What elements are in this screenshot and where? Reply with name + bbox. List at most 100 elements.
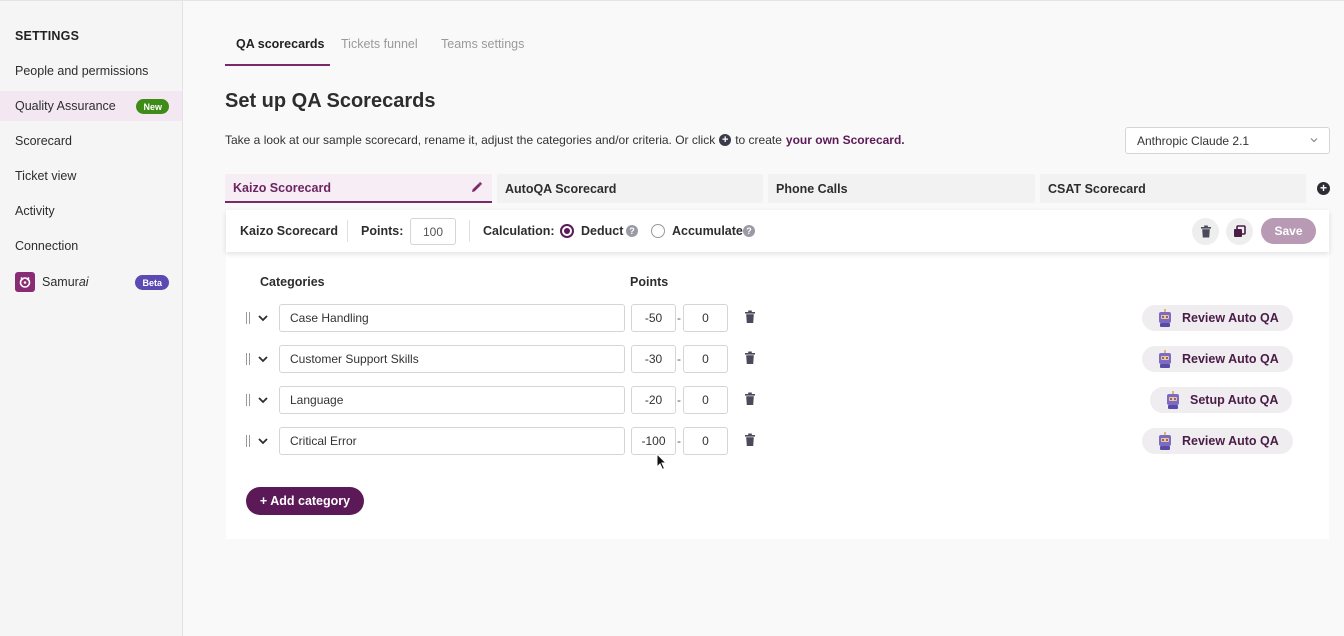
drag-handle-icon[interactable] (246, 353, 250, 365)
category-name-input[interactable]: Case Handling (279, 304, 625, 332)
chevron-down-icon[interactable] (256, 434, 270, 448)
max-points-input[interactable]: 0 (683, 427, 728, 455)
max-points-input[interactable]: 0 (683, 304, 728, 332)
categories-header: Categories (260, 275, 325, 289)
intro-text: Take a look at our sample scorecard, ren… (225, 133, 905, 147)
points-header: Points (630, 275, 669, 289)
range-dash: - (677, 352, 681, 366)
min-points-input[interactable]: -50 (631, 304, 676, 332)
sidebar-item-samurai[interactable]: Samurai Beta (0, 267, 182, 297)
chevron-down-icon[interactable] (256, 352, 270, 366)
sidebar-item-connection[interactable]: Connection (0, 231, 182, 261)
new-badge: New (136, 99, 169, 114)
category-row: Customer Support Skills -30 - 0 Review A… (226, 344, 1329, 374)
range-dash: - (677, 311, 681, 325)
category-name-input[interactable]: Customer Support Skills (279, 345, 625, 373)
robot-icon (1159, 350, 1171, 368)
category-name-input[interactable]: Critical Error (279, 427, 625, 455)
trash-icon[interactable] (744, 351, 756, 365)
scorecard-header: Kaizo Scorecard Points: 100 Calculation:… (226, 210, 1329, 252)
sidebar-item-ticket-view[interactable]: Ticket view (0, 161, 182, 191)
deduct-radio[interactable] (560, 224, 574, 238)
auto-qa-label: Review Auto QA (1182, 352, 1279, 366)
range-dash: - (677, 393, 681, 407)
sidebar-title: SETTINGS (15, 29, 80, 43)
scorecard-tab-label: Phone Calls (776, 181, 848, 196)
scorecard-tab-label: AutoQA Scorecard (505, 181, 617, 196)
mouse-cursor-icon (656, 453, 668, 471)
help-icon[interactable]: ? (626, 225, 638, 237)
tab-tickets-funnel[interactable]: Tickets funnel (341, 37, 418, 51)
duplicate-scorecard-button[interactable] (1226, 218, 1253, 245)
chevron-down-icon[interactable] (256, 393, 270, 407)
plus-circle-icon: + (719, 134, 732, 146)
setup-auto-qa-button[interactable]: Setup Auto QA (1150, 387, 1293, 413)
review-auto-qa-button[interactable]: Review Auto QA (1142, 428, 1293, 454)
max-points-input[interactable]: 0 (683, 345, 728, 373)
help-icon[interactable]: ? (743, 225, 755, 237)
tab-teams-settings[interactable]: Teams settings (441, 37, 524, 51)
scorecard-tab-label: CSAT Scorecard (1048, 181, 1146, 196)
drag-handle-icon[interactable] (246, 435, 250, 447)
pencil-icon[interactable] (470, 181, 483, 197)
delete-scorecard-button[interactable] (1192, 218, 1219, 245)
copy-icon (1234, 225, 1246, 237)
category-name-input[interactable]: Language (279, 386, 625, 414)
sidebar-item-label: Quality Assurance (15, 99, 116, 113)
model-select[interactable]: Anthropic Claude 2.1 (1125, 127, 1330, 154)
samurai-label-em: ai (78, 275, 89, 289)
intro-pre: Take a look at our sample scorecard, ren… (225, 133, 716, 147)
sidebar-item-quality-assurance[interactable]: Quality Assurance New (0, 91, 182, 121)
robot-icon (1159, 309, 1171, 327)
review-auto-qa-button[interactable]: Review Auto QA (1142, 305, 1293, 331)
beta-badge: Beta (135, 275, 169, 290)
calculation-label: Calculation: (483, 224, 555, 238)
trash-icon[interactable] (744, 392, 756, 406)
scorecard-tab-autoqa[interactable]: AutoQA Scorecard (497, 174, 763, 203)
points-label: Points: (361, 224, 404, 238)
accumulate-radio[interactable] (651, 224, 665, 238)
sidebar-item-label: Ticket view (15, 169, 77, 183)
chevron-down-icon[interactable] (256, 311, 270, 325)
auto-qa-label: Review Auto QA (1182, 311, 1279, 325)
sidebar-item-activity[interactable]: Activity (0, 196, 182, 226)
samurai-logo-icon (15, 272, 35, 292)
total-points-input[interactable]: 100 (410, 218, 456, 245)
sidebar-item-label: Activity (15, 204, 55, 218)
tab-qa-scorecards[interactable]: QA scorecards (236, 37, 324, 51)
scorecard-tab-csat[interactable]: CSAT Scorecard (1040, 174, 1306, 203)
max-points-input[interactable]: 0 (683, 386, 728, 414)
robot-icon (1159, 432, 1171, 450)
sidebar-item-scorecard[interactable]: Scorecard (0, 126, 182, 156)
divider (347, 220, 348, 242)
review-auto-qa-button[interactable]: Review Auto QA (1142, 346, 1293, 372)
sidebar-item-label: Samurai (42, 275, 89, 289)
divider (469, 220, 470, 242)
scorecard-tab-kaizo[interactable]: Kaizo Scorecard (225, 174, 492, 203)
add-scorecard-icon[interactable]: + (1317, 182, 1330, 195)
model-select-value: Anthropic Claude 2.1 (1137, 133, 1250, 148)
samurai-label-pre: Samur (42, 275, 79, 289)
scorecard-tab-phone-calls[interactable]: Phone Calls (768, 174, 1035, 203)
deduct-label: Deduct (581, 224, 624, 238)
save-button[interactable]: Save (1261, 218, 1316, 244)
chevron-down-icon (1309, 134, 1319, 148)
range-dash: - (677, 434, 681, 448)
min-points-input[interactable]: -100 (631, 427, 676, 455)
add-category-button[interactable]: + Add category (246, 487, 364, 515)
category-row: Critical Error -100 - 0 Review Auto QA (226, 426, 1329, 456)
trash-icon[interactable] (744, 433, 756, 447)
category-row: Language -20 - 0 Setup Auto QA (226, 385, 1329, 415)
accumulate-label: Accumulate (672, 224, 743, 238)
robot-icon (1167, 391, 1179, 409)
drag-handle-icon[interactable] (246, 394, 250, 406)
sidebar-item-people-permissions[interactable]: People and permissions (0, 56, 182, 86)
own-scorecard-link[interactable]: your own Scorecard. (786, 133, 905, 147)
trash-icon[interactable] (744, 310, 756, 324)
sidebar-item-label: People and permissions (15, 64, 149, 78)
min-points-input[interactable]: -30 (631, 345, 676, 373)
sidebar-item-label: Scorecard (15, 134, 72, 148)
drag-handle-icon[interactable] (246, 312, 250, 324)
min-points-input[interactable]: -20 (631, 386, 676, 414)
scorecard-name[interactable]: Kaizo Scorecard (240, 224, 338, 238)
